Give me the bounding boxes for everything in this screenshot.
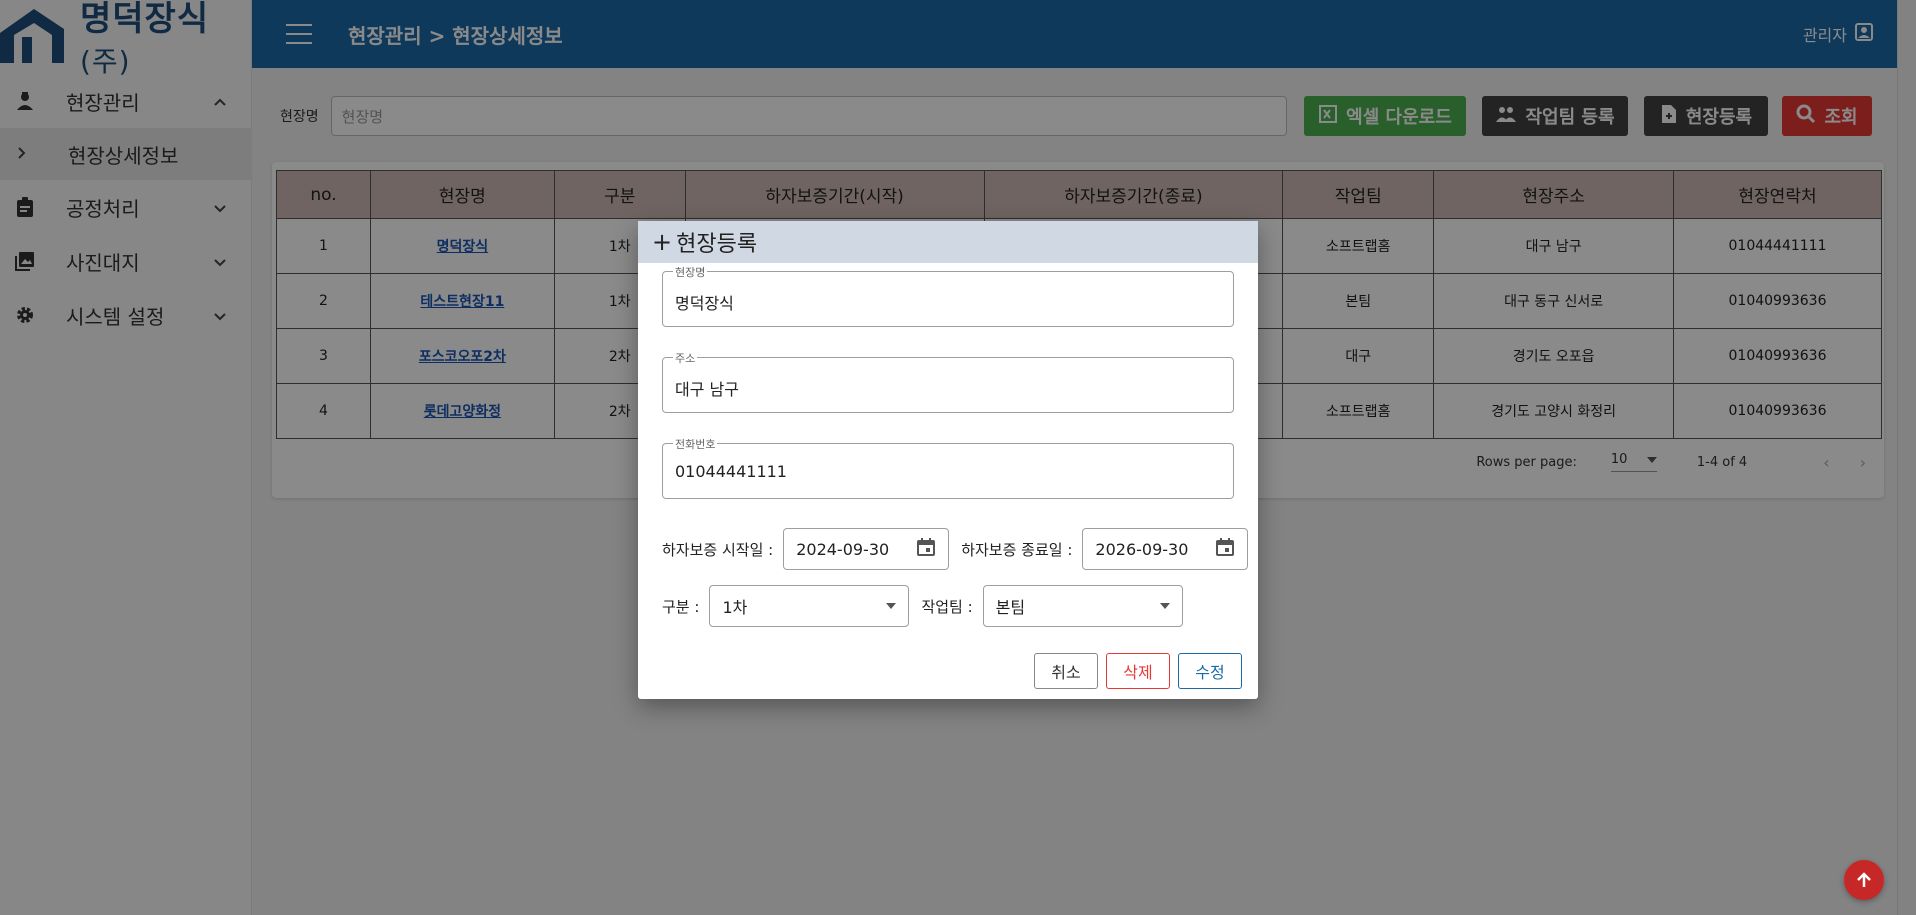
phone-field-label: 전화번호 <box>673 436 718 452</box>
type-team-row: 구분 : 1차 작업팀 : 본팀 <box>662 585 1183 627</box>
team-label: 작업팀 : <box>921 597 973 616</box>
phone-field[interactable]: 전화번호 01044441111 <box>662 436 1234 499</box>
type-select-value: 1차 <box>722 598 748 617</box>
calendar-icon[interactable] <box>916 537 936 561</box>
address-field-value: 대구 남구 <box>675 380 739 399</box>
warranty-start-value: 2024-09-30 <box>796 539 890 559</box>
caret-down-icon <box>1159 603 1170 609</box>
address-field-label: 주소 <box>673 350 698 366</box>
type-select[interactable]: 1차 <box>709 585 910 627</box>
type-label: 구분 : <box>662 597 700 616</box>
team-select-value: 본팀 <box>995 598 1026 617</box>
dialog-title: 현장등록 <box>676 232 758 257</box>
warranty-end-label: 하자보증 종료일 : <box>961 540 1073 559</box>
warranty-start-label: 하자보증 시작일 : <box>662 540 774 559</box>
calendar-icon[interactable] <box>1215 537 1235 561</box>
delete-button[interactable]: 삭제 <box>1106 653 1170 689</box>
app-window: 명덕장식(주) 현장관리 현장상세정보 공정처리 사진대지 시스템 설정 현장관… <box>0 0 1916 915</box>
dialog-header: + 현장등록 <box>638 221 1258 263</box>
plus-icon: + <box>652 228 673 256</box>
cancel-button[interactable]: 취소 <box>1034 653 1098 689</box>
site-register-dialog: + 현장등록 현장명 명덕장식 주소 대구 남구 전화번호 0104444111… <box>638 221 1258 699</box>
address-field[interactable]: 주소 대구 남구 <box>662 350 1234 413</box>
warranty-start-date-input[interactable]: 2024-09-30 <box>783 528 950 570</box>
warranty-end-value: 2026-09-30 <box>1095 539 1189 559</box>
arrow-up-icon <box>1857 872 1871 887</box>
edit-button[interactable]: 수정 <box>1178 653 1242 689</box>
site-name-field-label: 현장명 <box>673 264 708 280</box>
team-select[interactable]: 본팀 <box>982 585 1183 627</box>
scroll-to-top-button[interactable] <box>1844 860 1884 900</box>
site-name-field[interactable]: 현장명 명덕장식 <box>662 264 1234 327</box>
phone-field-value: 01044441111 <box>675 462 787 481</box>
site-name-field-value: 명덕장식 <box>675 294 734 313</box>
warranty-date-row: 하자보증 시작일 : 2024-09-30 하자보증 종료일 : 2026-09… <box>662 528 1249 570</box>
warranty-end-date-input[interactable]: 2026-09-30 <box>1082 528 1249 570</box>
caret-down-icon <box>886 603 897 609</box>
